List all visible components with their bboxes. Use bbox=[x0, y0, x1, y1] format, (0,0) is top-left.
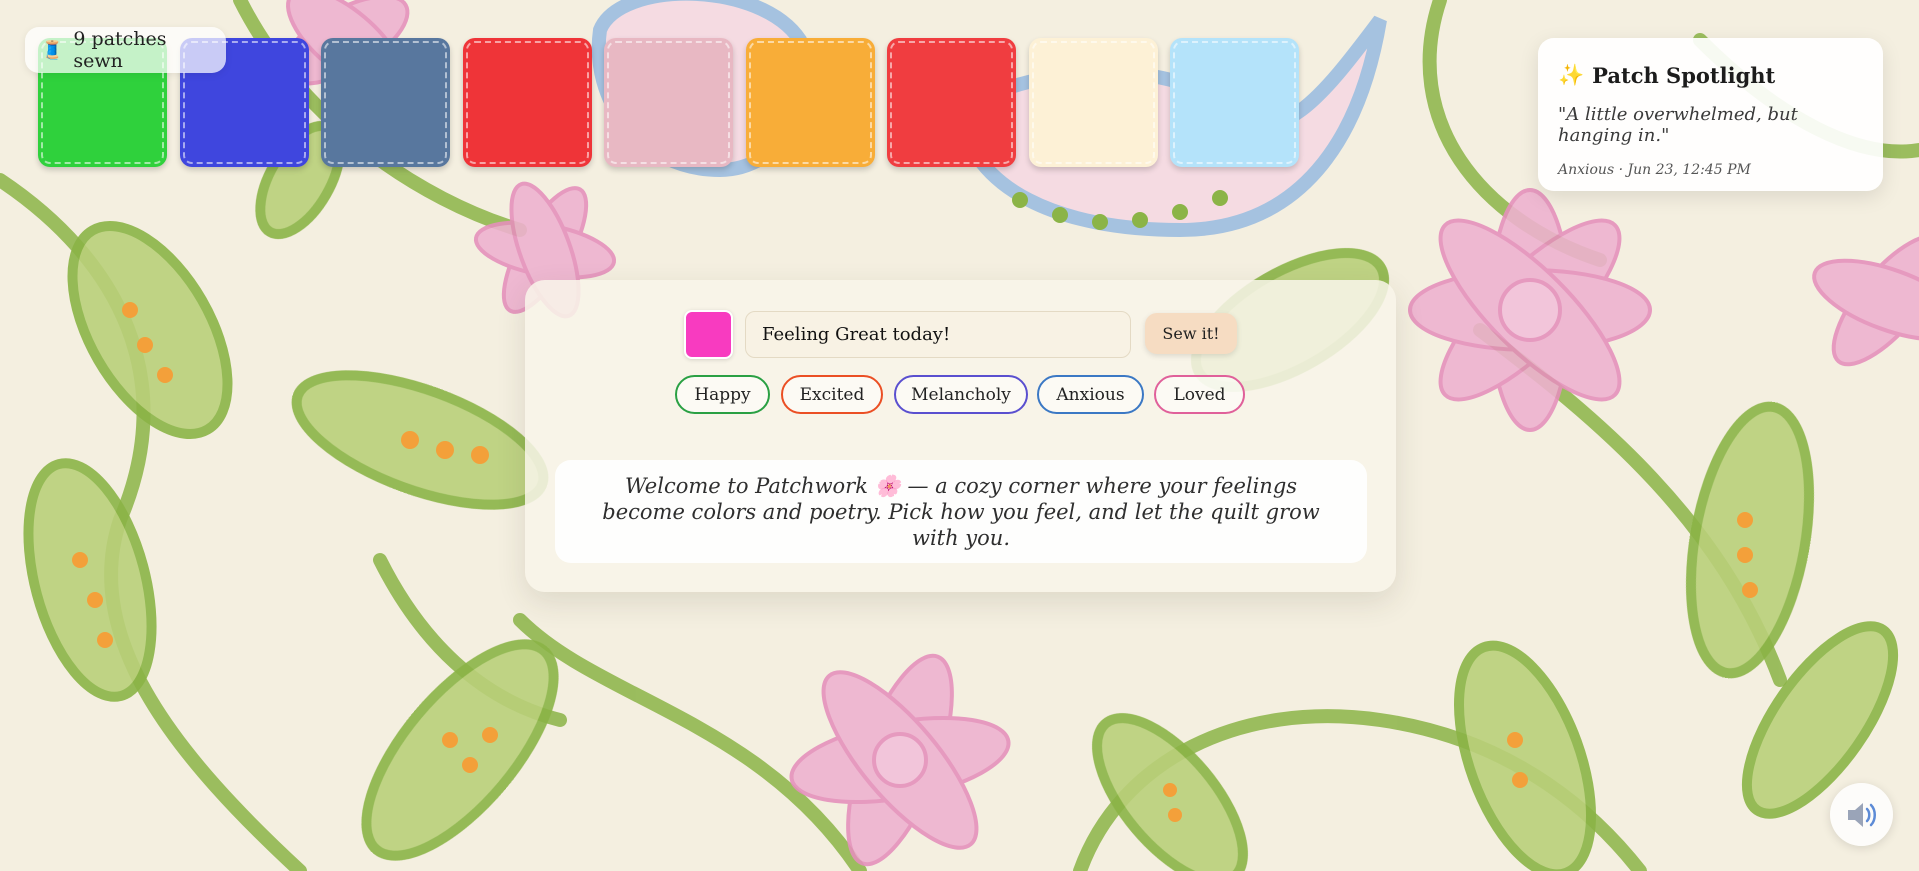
mood-chip-excited[interactable]: Excited bbox=[781, 375, 883, 414]
spotlight-quote: "A little overwhelmed, but hanging in." bbox=[1558, 104, 1798, 146]
quilt-patch[interactable] bbox=[1170, 38, 1299, 167]
mood-chip-happy[interactable]: Happy bbox=[675, 375, 770, 414]
spotlight-meta: Anxious · Jun 23, 12:45 PM bbox=[1558, 162, 1751, 178]
sound-toggle-button[interactable] bbox=[1830, 783, 1893, 846]
sparkles-icon: ✨ bbox=[1558, 62, 1585, 87]
quilt-patch[interactable] bbox=[604, 38, 733, 167]
quilt-patch[interactable] bbox=[321, 38, 450, 167]
mood-chip-melancholy[interactable]: Melancholy bbox=[894, 375, 1028, 414]
sew-it-button[interactable]: Sew it! bbox=[1145, 313, 1237, 354]
quilt-patch[interactable] bbox=[462, 38, 592, 167]
spotlight-title: Patch Spotlight bbox=[1592, 62, 1776, 88]
quilt-patch[interactable] bbox=[1028, 38, 1158, 167]
mood-chip-anxious[interactable]: Anxious bbox=[1037, 375, 1144, 414]
patch-counter: 🧵 9 patches sewn bbox=[25, 27, 226, 73]
quilt-patch[interactable] bbox=[745, 38, 875, 167]
mood-composer: Sew it! Happy Excited Melancholy Anxious… bbox=[525, 280, 1396, 592]
patch-spotlight-card: ✨ Patch Spotlight "A little overwhelmed,… bbox=[1538, 38, 1883, 191]
feeling-input[interactable] bbox=[745, 311, 1131, 358]
thread-spool-icon: 🧵 bbox=[41, 39, 64, 61]
mood-chips: Happy Excited Melancholy Anxious Loved bbox=[525, 375, 1396, 415]
selected-color-swatch[interactable] bbox=[684, 310, 733, 359]
mood-chip-loved[interactable]: Loved bbox=[1154, 375, 1245, 414]
welcome-message: Welcome to Patchwork 🌸 — a cozy corner w… bbox=[555, 460, 1367, 563]
patch-count-label: 9 patches sewn bbox=[73, 28, 167, 72]
spotlight-header: ✨ Patch Spotlight bbox=[1558, 62, 1863, 88]
quilt-patch[interactable] bbox=[887, 38, 1016, 167]
speaker-volume-icon bbox=[1847, 802, 1876, 827]
